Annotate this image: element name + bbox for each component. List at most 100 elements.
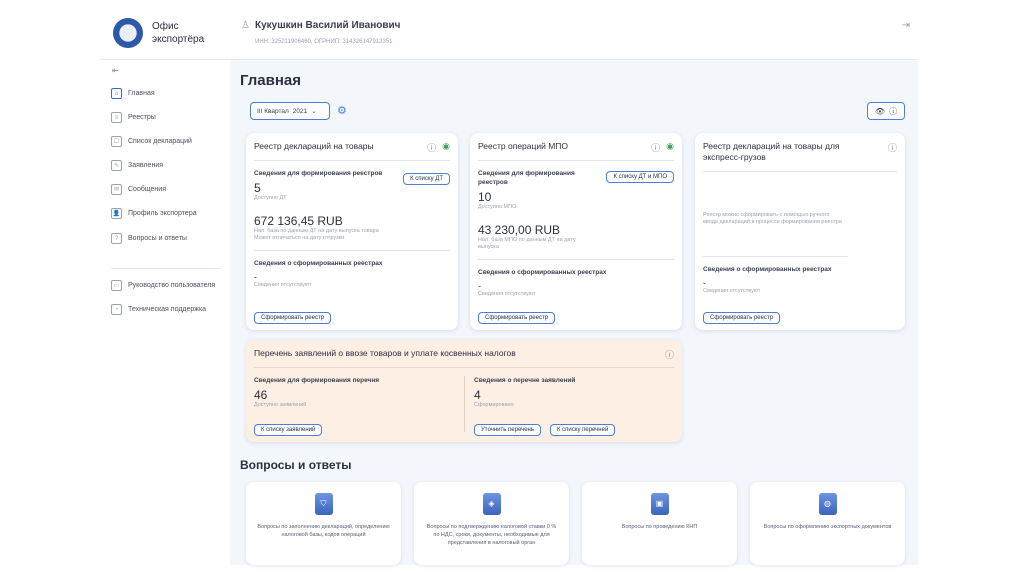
sidebar-item-label: Техническая поддержка <box>128 306 207 313</box>
formed-value: - <box>254 272 257 282</box>
sidebar-item-registries[interactable]: ≡ Реестры <box>111 112 156 123</box>
card-applications-list: Перечень заявлений о ввозе товаров и упл… <box>246 340 682 442</box>
faq-card-export-docs[interactable]: ◍ Вопросы по оформлению экспортных докуме… <box>750 482 905 565</box>
faq-card-text: Вопросы по оформлению экспортных докумен… <box>763 524 892 530</box>
percent-icon: ◈ <box>482 493 501 515</box>
faq-card-zero-rate[interactable]: ◈ Вопросы по подтверждению налоговой став… <box>414 482 569 565</box>
fns-logo[interactable] <box>113 18 143 48</box>
available-label: Доступно МПО <box>478 204 517 210</box>
sidebar-item-label: Профиль экспортера <box>128 210 197 217</box>
card-express-declarations: Реестр деклараций на товары для экспресс… <box>695 133 905 330</box>
document-icon: ◍ <box>818 493 837 515</box>
info-icon[interactable]: ⓘ <box>427 141 436 154</box>
faq-card-text: Вопросы по заполнению деклараций, опреде… <box>257 524 390 538</box>
section-label: Сведения о перечне заявлений <box>474 377 576 384</box>
main-content: Главная III Квартал 2021 ⌄ ⚙ 👁 ⓘ Реестр дек… <box>230 60 918 565</box>
tax-base-amount: 43 230,00 RUB <box>478 223 561 237</box>
page-title: Главная <box>240 72 302 89</box>
quarter-select[interactable]: III Квартал 2021 ⌄ <box>250 102 330 120</box>
divider <box>254 367 674 368</box>
dt-list-button[interactable]: К списку ДТ <box>403 173 450 185</box>
document-icon: ☐ <box>111 136 122 147</box>
info-icon[interactable]: ⓘ <box>651 141 660 154</box>
sidebar-item-applications[interactable]: ✎ Заявления <box>111 160 163 171</box>
faq-card-knp[interactable]: ▣ Вопросы по проведению КНП <box>582 482 737 565</box>
sidebar-item-messages[interactable]: ✉ Сообщения <box>111 184 166 195</box>
gear-icon[interactable]: ⚙ <box>337 104 347 117</box>
user-icon: ♙ <box>241 20 250 31</box>
divider <box>254 250 450 251</box>
header: Офис экспортёра ♙ Кукушкин Василий Иванов… <box>100 5 918 60</box>
form-registry-button[interactable]: Сформировать реестр <box>703 312 781 324</box>
sidebar-item-support[interactable]: ◔ Техническая поддержка <box>111 304 206 315</box>
quarter-value: III Квартал <box>257 107 289 115</box>
logout-icon[interactable]: ⇥ <box>902 20 910 31</box>
year-value: 2021 <box>292 107 308 115</box>
formed-label: Сведения отсутствуют <box>478 291 536 297</box>
support-icon: ◔ <box>111 304 122 315</box>
formed-count: 4 <box>474 388 481 402</box>
card-title: Реестр деклараций на товары для экспресс… <box>703 141 840 162</box>
list-icon: ≡ <box>111 112 122 123</box>
formed-label: Сведения отсутствуют <box>254 282 312 288</box>
status-icon[interactable]: ◉ <box>442 141 450 154</box>
help-button[interactable]: 👁 ⓘ <box>867 102 905 120</box>
chevron-down-icon: ⌄ <box>311 108 317 115</box>
sidebar: ⇤ ⌂ Главная ≡ Реестры ☐ Список деклараций ✎… <box>100 60 230 565</box>
form-registry-button[interactable]: Сформировать реестр <box>478 312 556 324</box>
sidebar-item-declarations[interactable]: ☐ Список деклараций <box>111 136 192 147</box>
available-label: Доступно заявлений <box>254 402 307 408</box>
faq-card-text: Вопросы по проведению КНП <box>621 524 698 530</box>
info-icon[interactable]: ⓘ <box>665 348 674 361</box>
sidebar-item-user-guide[interactable]: ▭ Руководство пользователя <box>111 280 215 291</box>
available-label: Доступно ДТ <box>254 195 287 201</box>
applications-left: Сведения для формирования перечня 46 Дос… <box>254 376 379 409</box>
briefcase-icon: ▣ <box>650 493 669 515</box>
brand-line1: Офис <box>152 21 179 32</box>
sidebar-item-profile[interactable]: 👤 Профиль экспортера <box>111 208 197 219</box>
user-name[interactable]: Кукушкин Василий Иванович <box>255 20 400 31</box>
card-title: Реестр деклараций на товары <box>254 141 374 151</box>
collapse-sidebar-icon[interactable]: ⇤ <box>112 66 119 75</box>
status-icon[interactable]: ◉ <box>666 141 674 154</box>
app-window: Офис экспортёра ♙ Кукушкин Василий Иванов… <box>100 5 918 565</box>
brand-name: Офис экспортёра <box>152 20 204 46</box>
section-label: Сведения о сформированных реестрах <box>478 269 607 276</box>
sidebar-item-label: Список деклараций <box>128 138 192 145</box>
shield-icon: ⛉ <box>314 493 333 515</box>
eye-icon: 👁 <box>874 106 886 116</box>
question-icon: ⓘ <box>889 106 898 116</box>
form-registry-button[interactable]: Сформировать реестр <box>254 312 332 324</box>
formed-label: Сформировано <box>474 402 514 408</box>
lists-button[interactable]: К списку перечней <box>550 424 616 436</box>
amount-note-2: Может отличаться на дату отгрузки <box>254 235 345 241</box>
faq-card-declarations[interactable]: ⛉ Вопросы по заполнению деклараций, опред… <box>246 482 401 565</box>
card-mpo-operations: Реестр операций МПО ⓘ ◉ Сведения для форм… <box>470 133 682 330</box>
info-icon[interactable]: ⓘ <box>888 141 897 154</box>
brand-line2: экспортёра <box>152 34 205 45</box>
applications-list-button[interactable]: К списку заявлений <box>254 424 323 436</box>
tax-base-amount: 672 136,45 RUB <box>254 214 343 228</box>
card-title: Реестр операций МПО <box>478 141 569 151</box>
divider <box>703 171 897 172</box>
divider <box>703 256 848 257</box>
user-ids: ИНН: 325211906460, ОГРНИП: 3143261479123… <box>255 39 393 45</box>
sidebar-item-label: Сообщения <box>128 186 166 193</box>
sidebar-item-home[interactable]: ⌂ Главная <box>111 88 155 99</box>
edit-icon: ✎ <box>111 160 122 171</box>
card-goods-declarations: Реестр деклараций на товары ⓘ ◉ Сведения … <box>246 133 458 330</box>
sidebar-item-faq[interactable]: ? Вопросы и ответы <box>111 233 187 244</box>
section-label: Сведения для формирования перечня <box>254 377 380 384</box>
dt-mpo-list-button[interactable]: К списку ДТ и МПО <box>606 171 674 183</box>
section-label: Сведения о сформированных реестрах <box>254 260 383 267</box>
sidebar-item-label: Вопросы и ответы <box>128 235 187 242</box>
formed-value: - <box>478 281 481 291</box>
divider <box>478 160 674 161</box>
sidebar-item-label: Главная <box>128 90 155 97</box>
divider <box>478 259 674 260</box>
user-icon: 👤 <box>111 208 122 219</box>
applications-right: Сведения о перечне заявлений 4 Сформиров… <box>474 376 575 409</box>
sidebar-item-label: Реестры <box>128 114 156 121</box>
available-count: 10 <box>478 190 492 204</box>
refine-list-button[interactable]: Уточнить перечень <box>474 424 541 436</box>
